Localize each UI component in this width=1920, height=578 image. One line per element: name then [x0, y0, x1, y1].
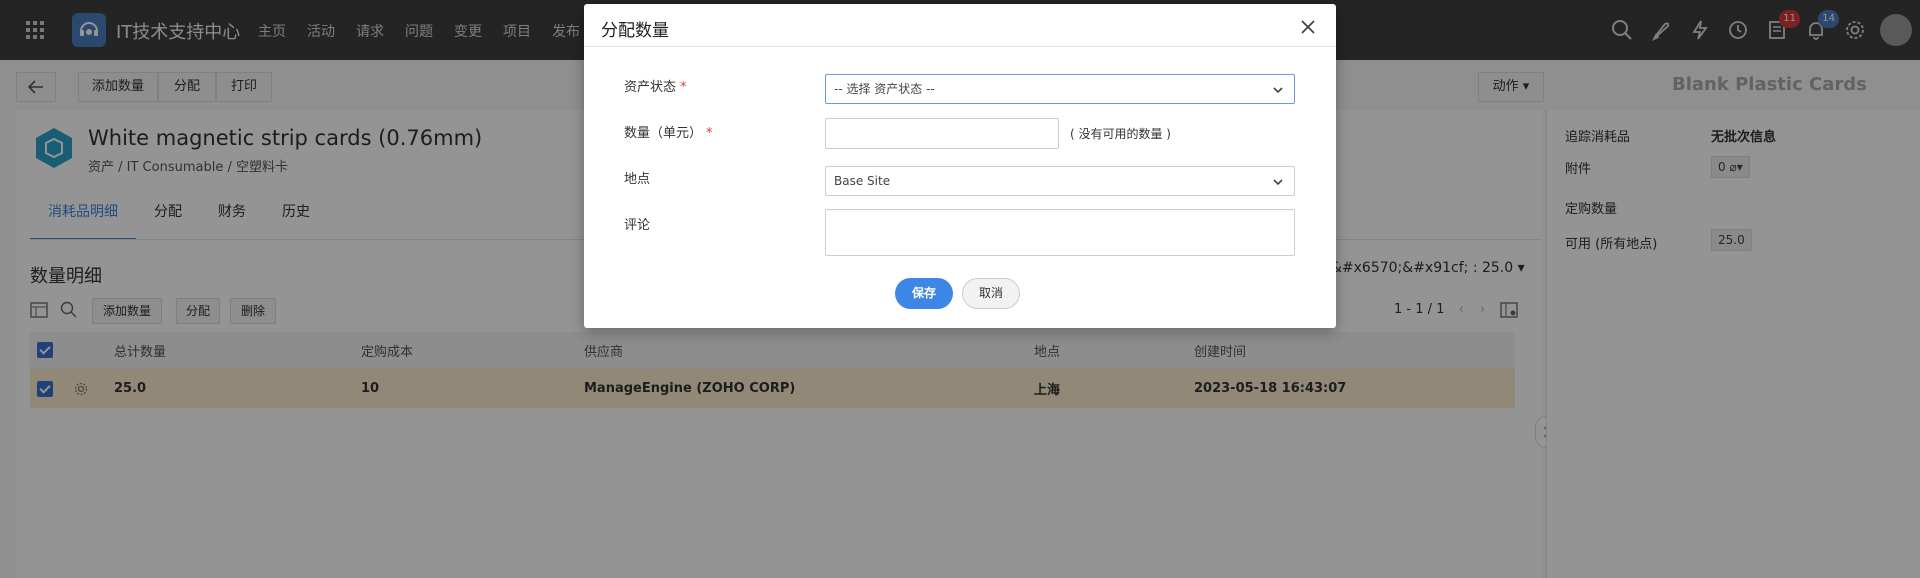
- asset-status-value: -- 选择 资产状态 --: [834, 82, 935, 96]
- quantity-label-text: 数量（单元）: [624, 126, 703, 141]
- required-marker: *: [706, 126, 713, 141]
- site-select[interactable]: Base Site: [825, 166, 1295, 196]
- dialog-divider: [584, 46, 1336, 47]
- quantity-label: 数量（单元） *: [624, 122, 713, 141]
- asset-status-label: 资产状态 *: [624, 76, 687, 95]
- chevron-down-icon: [1273, 87, 1283, 94]
- dialog-title: 分配数量: [601, 21, 669, 41]
- site-label: 地点: [624, 172, 651, 187]
- cancel-button[interactable]: 取消: [962, 278, 1020, 309]
- asset-status-label-text: 资产状态: [624, 80, 677, 95]
- close-icon[interactable]: [1298, 17, 1318, 37]
- comment-textarea[interactable]: [825, 209, 1295, 256]
- site-value: Base Site: [834, 174, 891, 188]
- asset-status-select[interactable]: -- 选择 资产状态 --: [825, 74, 1295, 104]
- quantity-input[interactable]: [825, 118, 1059, 149]
- assign-quantity-dialog: 分配数量 资产状态 * -- 选择 资产状态 -- 数量（单元） * ( 没有可用的…: [584, 4, 1336, 328]
- quantity-note: ( 没有可用的数量 ): [1070, 127, 1171, 141]
- required-marker: *: [680, 80, 687, 95]
- save-button[interactable]: 保存: [895, 278, 953, 309]
- chevron-down-icon: [1273, 179, 1283, 186]
- comment-label: 评论: [624, 218, 651, 233]
